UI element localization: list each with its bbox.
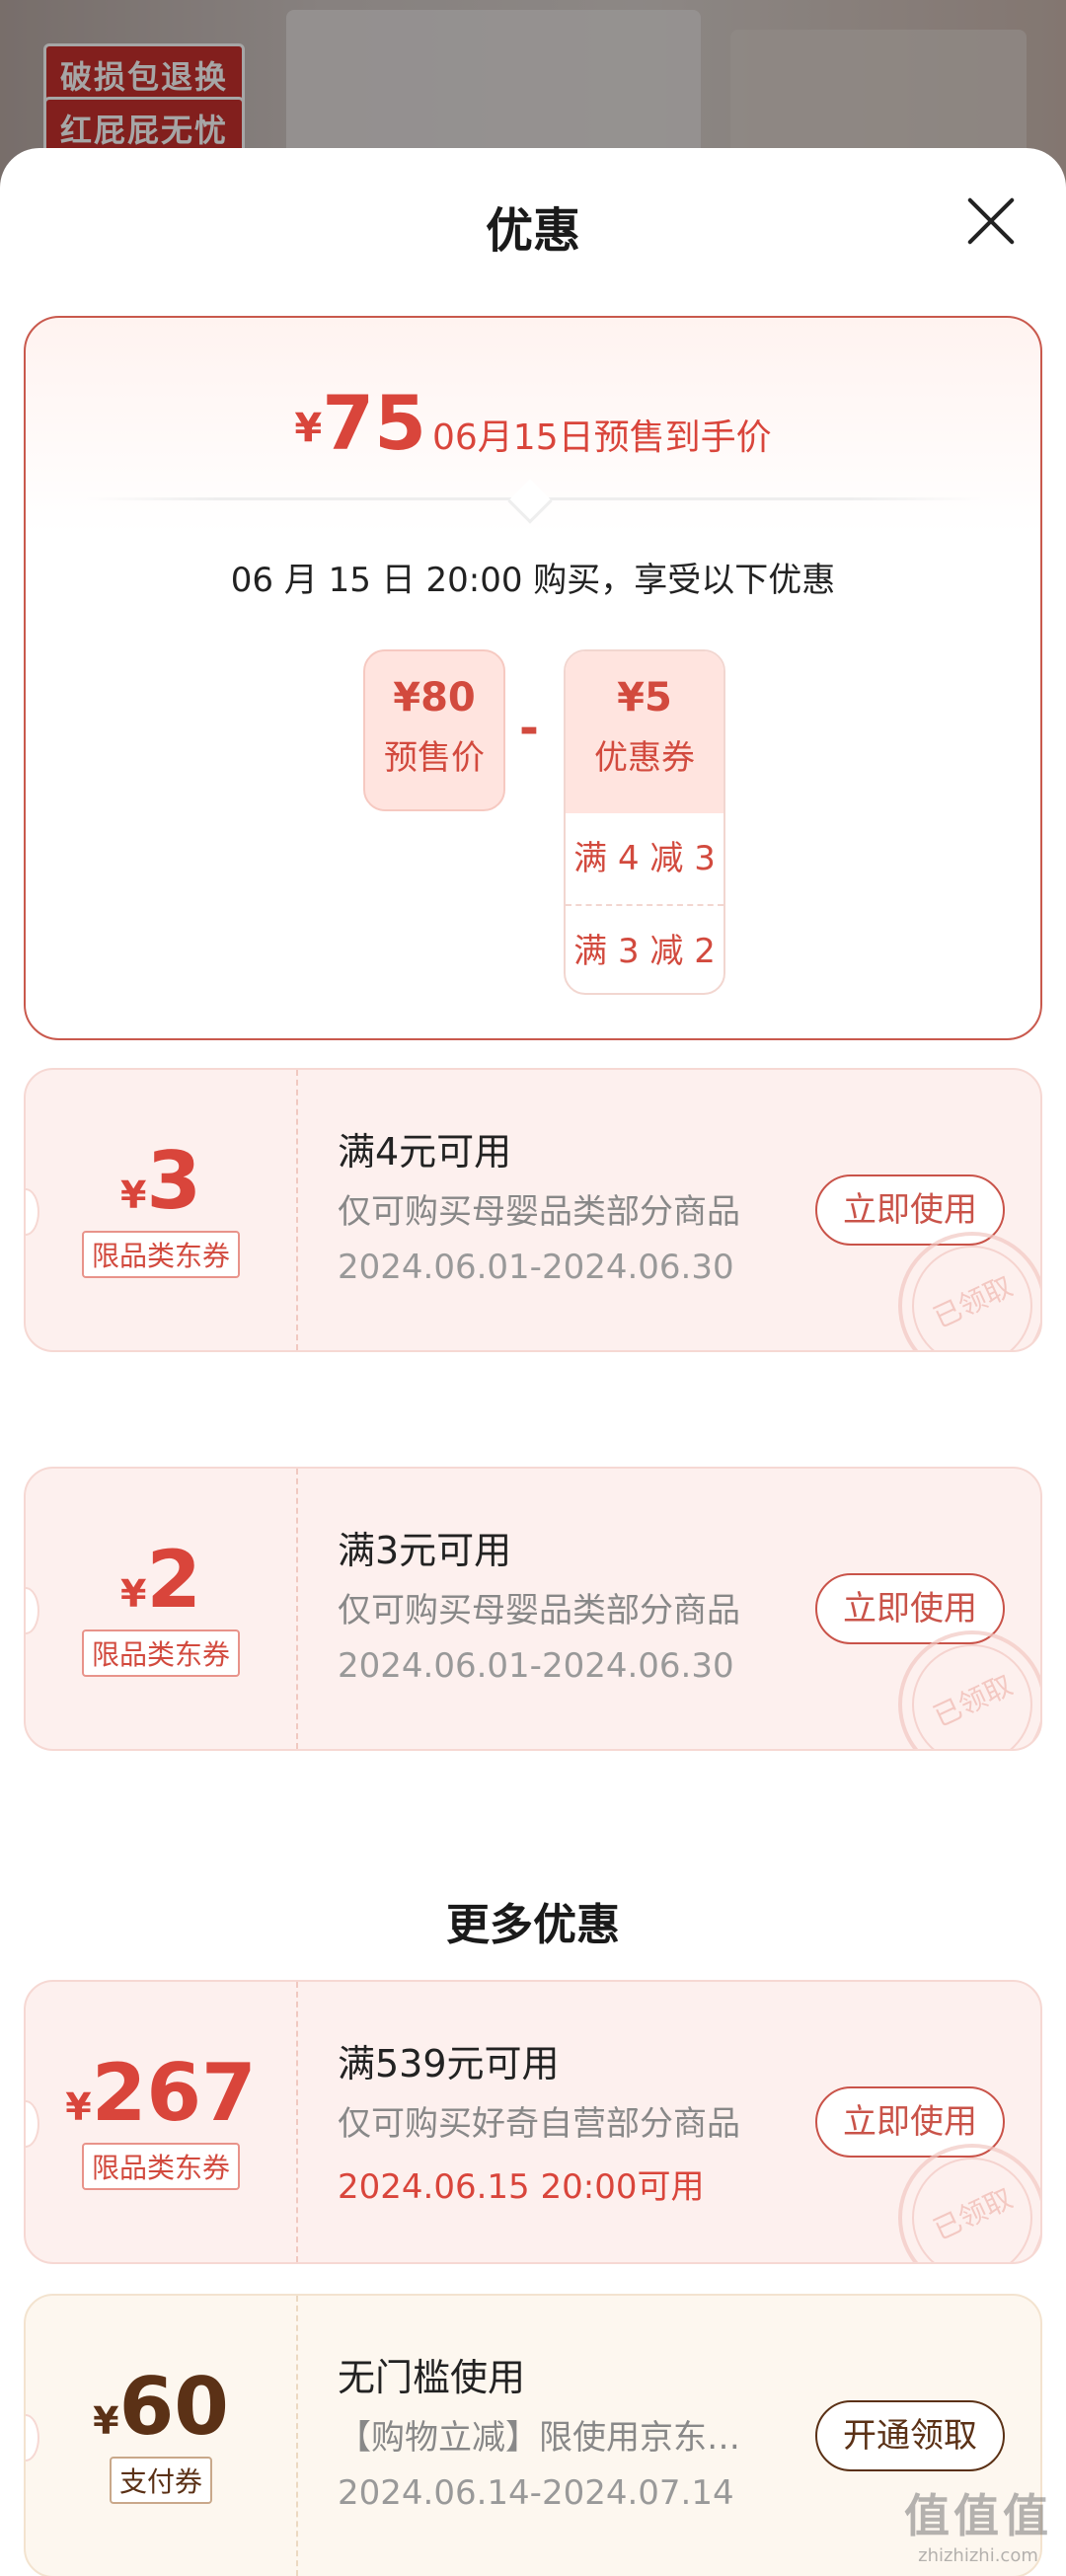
watermark-url: zhizhizhi.com (918, 2545, 1038, 2566)
coupon-amount: 2 (146, 1534, 202, 1626)
presale-final-price: ¥75 06月15日预售到手价 (26, 379, 1040, 467)
coupon-amount: 267 (91, 2047, 257, 2139)
currency-symbol: ¥ (119, 1174, 147, 1217)
coupon-validity: 2024.06.14-2024.07.14 (338, 2473, 734, 2513)
coupon-amount-panel: ¥267 限品类东券 (26, 1982, 298, 2262)
coupon-validity: 2024.06.01-2024.06.30 (338, 1248, 734, 1287)
currency-symbol: ¥ (93, 2399, 119, 2443)
sheet-title: 优惠 (485, 203, 580, 259)
minus-sign: - (519, 701, 539, 756)
stackable-icon: ≡ (59, 1767, 93, 1800)
activate-claim-button[interactable]: 开通领取 (815, 2400, 1005, 2471)
chevron-down-icon (980, 1762, 1010, 1791)
close-icon[interactable] (963, 193, 1019, 249)
coupon-condition: 无门槛使用 (338, 2356, 526, 2399)
coupon-card-wrapper: ¥60 支付券 无门槛使用 【购物立减】限使用京东支... 2024.06.14… (24, 2294, 1042, 2576)
coupon-scope: 【购物立减】限使用京东支... (338, 2418, 772, 2458)
presale-summary-card: ¥75 06月15日预售到手价 06 月 15 日 20:00 购买，享受以下优惠… (24, 316, 1042, 1040)
coupon-amount: 3 (146, 1135, 202, 1227)
popup-icon: ▣ (59, 1368, 93, 1402)
site-watermark: 值值值 zhizhizhi.com (904, 2480, 1052, 2566)
coupon-card-wrapper: ¥267 限品类东券 满539元可用 仅可购买好奇自营部分商品 2024.06.… (24, 1980, 1042, 2264)
watermark-logo: 值值值 (904, 2489, 1052, 2542)
more-discounts-title: 更多优惠 (446, 1900, 620, 1950)
claimed-stamp-icon: 已领取 (898, 2144, 1040, 2262)
coupon-condition: 满4元可用 (338, 1130, 512, 1174)
coupon-footer-label: 商详弹窗 (109, 1372, 243, 1411)
coupon-validity: 2024.06.15 20:00可用 (338, 2167, 705, 2207)
coupon-type-tag: 限品类东券 (81, 2143, 240, 2190)
currency-symbol: ¥ (119, 1572, 147, 1616)
final-price-desc: 06月15日预售到手价 (431, 417, 772, 458)
final-price-value: 75 (322, 379, 426, 467)
coupon-card: ¥3 限品类东券 满4元可用 仅可购买母婴品类部分商品 2024.06.01-2… (24, 1068, 1042, 1352)
divider-notch (507, 479, 553, 524)
coupon-scope: 仅可购买母婴品类部分商品 (338, 1192, 740, 1232)
coupon-amount-panel: ¥2 限品类东券 (26, 1469, 298, 1749)
discount-sheet: 优惠 ¥75 06月15日预售到手价 06 月 15 日 20:00 购买，享受以… (0, 148, 1066, 2576)
claimed-stamp-icon: 已领取 (898, 1232, 1040, 1350)
claimed-stamp-icon: 已领取 (898, 1630, 1040, 1749)
coupon-type-tag: 限品类东券 (81, 1231, 240, 1278)
purchase-time-text: 06 月 15 日 20:00 购买，享受以下优惠 (230, 561, 836, 600)
coupon-condition: 满3元可用 (338, 1529, 512, 1572)
coupon-card-wrapper: ¥2 限品类东券 满3元可用 仅可购买母婴品类部分商品 2024.06.01-2… (24, 1467, 1042, 1810)
chevron-down-icon (980, 1363, 1010, 1393)
coupon-scope: 仅可购买母婴品类部分商品 (338, 1591, 740, 1630)
presale-price-amount: ¥80 (393, 675, 476, 720)
currency-symbol: ¥ (294, 406, 323, 451)
coupon-rule-item: 满 3 减 2 (566, 904, 723, 993)
coupon-card: ¥267 限品类东券 满539元可用 仅可购买好奇自营部分商品 2024.06.… (24, 1980, 1042, 2264)
coupon-amount-panel: ¥3 限品类东券 (26, 1070, 298, 1350)
coupon-scope: 仅可购买好奇自营部分商品 (338, 2104, 740, 2144)
coupon-type-tag: 限品类东券 (81, 1629, 240, 1677)
coupon-validity: 2024.06.01-2024.06.30 (338, 1646, 734, 1686)
coupon-total-label: 优惠券 (594, 738, 695, 778)
coupon-card: ¥2 限品类东券 满3元可用 仅可购买母婴品类部分商品 2024.06.01-2… (24, 1467, 1042, 1751)
coupon-breakdown: ¥5 优惠券 满 4 减 3 满 3 减 2 (564, 649, 725, 995)
coupon-type-tag: 支付券 (109, 2457, 212, 2504)
coupon-rule-item: 满 4 减 3 (573, 839, 716, 878)
coupon-amount-panel: ¥60 支付券 (26, 2296, 298, 2576)
coupon-total-amount: ¥5 (617, 675, 672, 720)
coupon-amount: 60 (118, 2361, 229, 2453)
coupon-condition: 满539元可用 (338, 2042, 560, 2085)
currency-symbol: ¥ (65, 2085, 92, 2129)
presale-price-pill: ¥80 预售价 (363, 649, 505, 811)
presale-price-label: 预售价 (384, 738, 485, 778)
coupon-footer-label: 可叠加 (109, 1771, 209, 1810)
payment-coupon-card: ¥60 支付券 无门槛使用 【购物立减】限使用京东支... 2024.06.14… (24, 2294, 1042, 2576)
coupon-card-wrapper: ¥3 限品类东券 满4元可用 仅可购买母婴品类部分商品 2024.06.01-2… (24, 1068, 1042, 1411)
